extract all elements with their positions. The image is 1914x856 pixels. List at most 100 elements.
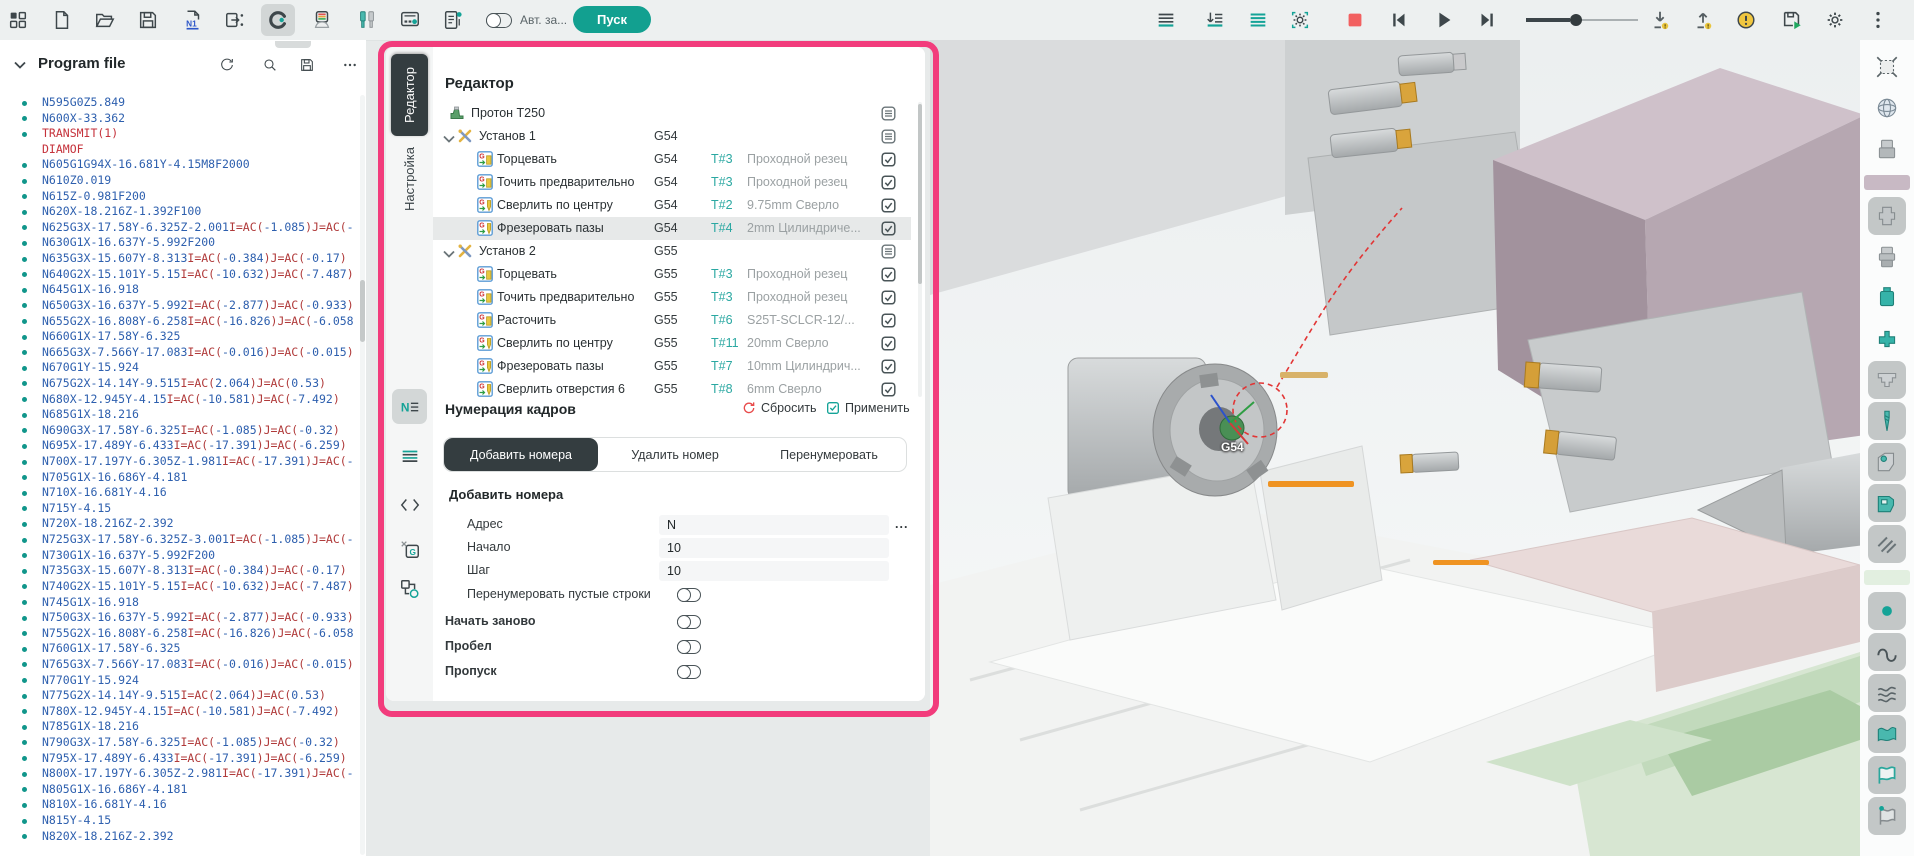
auto-run-toggle[interactable]	[486, 13, 512, 28]
gcode-line[interactable]: N780X-12.945Y-4.15I=AC(-10.581)J=AC(-7.4…	[0, 704, 358, 720]
machine-3d-view[interactable]: G54	[930, 40, 1860, 856]
machine-body-button[interactable]	[1868, 484, 1906, 522]
gcode-line[interactable]: N695X-17.489Y-6.433I=AC(-17.391)J=AC(-6.…	[0, 438, 358, 454]
machine-panel-button[interactable]	[393, 4, 427, 36]
gcode-line[interactable]: N710X-16.681Y-4.16	[0, 485, 358, 501]
gcode-line[interactable]: N670G1Y-15.924	[0, 360, 358, 376]
panel-resize-handle[interactable]	[275, 41, 311, 48]
upload-alert-button[interactable]	[1686, 4, 1720, 36]
tool-drill-button[interactable]	[1868, 402, 1906, 440]
gcode-line[interactable]: N645G1X-16.918	[0, 282, 358, 298]
renumber-empty-toggle[interactable]	[677, 588, 701, 602]
gcode-line[interactable]: N620X-18.216Z-1.392F100	[0, 204, 358, 220]
section-hatch-button[interactable]	[1868, 525, 1906, 563]
tree-row-op[interactable]: GСверлить по центруG54T#29.75mm Сверло	[433, 194, 911, 217]
gcode-line[interactable]: DIAMOF	[0, 142, 358, 158]
settings-button[interactable]	[1818, 4, 1852, 36]
gcode-line[interactable]: N815Y-4.15	[0, 813, 358, 829]
gcode-line[interactable]: N790G3X-17.58Y-6.325I=AC(-1.085)J=AC(-0.…	[0, 735, 358, 751]
gcode-editor-button[interactable]	[261, 4, 295, 36]
gcode-line[interactable]: N685G1X-18.216	[0, 407, 358, 423]
gcode-line[interactable]: N735G3X-15.607Y-8.313I=AC(-0.384)J=AC(-0…	[0, 563, 358, 579]
gcode-line[interactable]: N615Z-0.981F200	[0, 189, 358, 205]
gcode-line[interactable]: N635G3X-15.607Y-8.313I=AC(-0.384)J=AC(-0…	[0, 251, 358, 267]
tree-row-op[interactable]: GТочить предварительноG55T#3Проходной ре…	[433, 286, 911, 309]
tree-row-op[interactable]: GТорцеватьG54T#3Проходной резец	[433, 148, 911, 171]
gcode-line[interactable]: N595G0Z5.849	[0, 95, 358, 111]
reset-button[interactable]: Сбросить	[741, 400, 817, 416]
operation-checkbox[interactable]	[881, 175, 896, 190]
code-view-tool[interactable]	[392, 487, 427, 522]
simulation-speed-slider[interactable]	[1526, 12, 1638, 28]
gcode-line[interactable]: N625G3X-17.58Y-6.325Z-2.001I=AC(-1.085)J…	[0, 220, 358, 236]
save-small-button[interactable]	[293, 51, 321, 79]
stop-button[interactable]	[1338, 4, 1372, 36]
operation-checkbox[interactable]	[881, 152, 896, 167]
step-input[interactable]: 10	[659, 561, 889, 581]
gcode-line[interactable]: N600X-33.362	[0, 111, 358, 127]
gcode-line[interactable]: N630G1X-16.637Y-5.992F200	[0, 235, 358, 251]
highlight-lines-button[interactable]	[1241, 4, 1275, 36]
save-and-run-button[interactable]	[1775, 4, 1809, 36]
point-button[interactable]	[1868, 592, 1906, 630]
tree-row-machine[interactable]: Протон Т250	[433, 102, 911, 125]
gcode-line[interactable]: N750G3X-16.637Y-5.992I=AC(-2.877)J=AC(-0…	[0, 610, 358, 626]
program-scrollbar[interactable]	[360, 95, 365, 855]
gcode-listing[interactable]: N595G0Z5.849N600X-33.362TRANSMIT(1)DIAMO…	[0, 95, 358, 856]
tool-library-button[interactable]	[350, 4, 384, 36]
search-button[interactable]	[256, 51, 284, 79]
restart-toggle[interactable]	[677, 615, 701, 629]
skip-toggle[interactable]	[677, 665, 701, 679]
operation-checkbox[interactable]	[881, 313, 896, 328]
gcode-line[interactable]: N740G2X-15.101Y-5.15I=AC(-10.632)J=AC(-7…	[0, 579, 358, 595]
part-stage-button[interactable]	[1868, 238, 1906, 276]
scroll-thumb[interactable]	[360, 280, 365, 342]
wire-sphere-button[interactable]	[1868, 89, 1906, 127]
collapse-chevron-icon[interactable]	[12, 57, 28, 73]
run-button[interactable]: Пуск	[573, 6, 651, 33]
tab-add-numbers[interactable]: Добавить номера	[444, 438, 598, 471]
machine-head-button[interactable]	[1868, 443, 1906, 481]
gcode-line[interactable]: N770G1Y-15.924	[0, 673, 358, 689]
part-model-button[interactable]	[1868, 197, 1906, 235]
gcode-line[interactable]: N700X-17.197Y-6.305Z-1.981I=AC(-17.391)J…	[0, 454, 358, 470]
tree-row-op[interactable]: GСверлить отверстия 6G55T#86mm Сверло	[433, 378, 911, 397]
save-file-button[interactable]	[131, 4, 165, 36]
gcode-line[interactable]: N715Y-4.15	[0, 501, 358, 517]
gcode-line[interactable]: N775G2X-14.14Y-9.515I=AC(2.064)J=AC(0.53…	[0, 688, 358, 704]
skip-to-start-button[interactable]	[1382, 4, 1416, 36]
workpiece-button[interactable]	[1868, 130, 1906, 168]
group-list-icon[interactable]	[881, 106, 896, 121]
frame-numbering-tool[interactable]: N	[392, 389, 427, 424]
program-structure-button[interactable]	[436, 4, 470, 36]
gcode-line[interactable]: N650G3X-16.637Y-5.992I=AC(-2.877)J=AC(-0…	[0, 298, 358, 314]
format-strings-tool[interactable]	[392, 439, 427, 474]
gcode-line[interactable]: N820X-18.216Z-2.392	[0, 829, 358, 845]
tree-row-setup[interactable]: Установ 2G55	[433, 240, 911, 263]
refresh-button[interactable]	[213, 51, 241, 79]
operation-checkbox[interactable]	[881, 290, 896, 305]
address-input[interactable]: N	[659, 515, 889, 535]
fit-view-button[interactable]	[1868, 48, 1906, 86]
operation-checkbox[interactable]	[881, 221, 896, 236]
gcode-line[interactable]: N795X-17.489Y-6.433I=AC(-17.391)J=AC(-6.…	[0, 751, 358, 767]
tree-row-op[interactable]: GТорцеватьG55T#3Проходной резец	[433, 263, 911, 286]
gcode-line[interactable]: N800X-17.197Y-6.305Z-2.981I=AC(-17.391)J…	[0, 766, 358, 782]
gcode-line[interactable]: TRANSMIT(1)	[0, 126, 358, 142]
tree-row-setup[interactable]: Установ 1G54	[433, 125, 911, 148]
group-list-icon[interactable]	[881, 129, 896, 144]
apply-button[interactable]: Применить	[825, 400, 910, 416]
apps-grid-button[interactable]	[1, 4, 35, 36]
tab-editor[interactable]: Редактор	[391, 54, 428, 136]
part-teal-button[interactable]	[1868, 320, 1906, 358]
tree-scrollbar[interactable]	[918, 102, 922, 397]
gcode-line[interactable]: N640G2X-15.101Y-5.15I=AC(-10.632)J=AC(-7…	[0, 267, 358, 283]
surface-point-button[interactable]	[1868, 797, 1906, 835]
simulation-settings-button[interactable]	[1283, 4, 1317, 36]
space-toggle[interactable]	[677, 640, 701, 654]
skip-to-end-button[interactable]	[1470, 4, 1504, 36]
gcode-line[interactable]: N675G2X-14.14Y-9.515I=AC(2.064)J=AC(0.53…	[0, 376, 358, 392]
open-folder-button[interactable]	[88, 4, 122, 36]
start-input[interactable]: 10	[659, 538, 889, 558]
group-list-icon[interactable]	[881, 244, 896, 259]
